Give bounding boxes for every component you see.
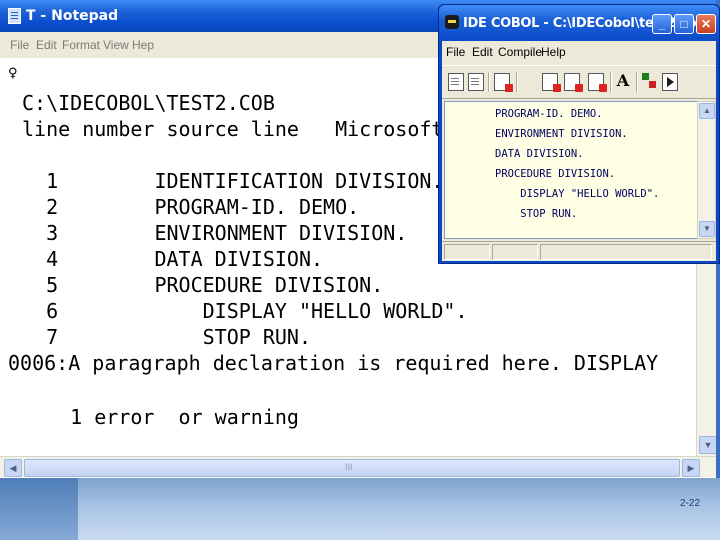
ide-status-bar [442,241,716,261]
ide-menu-help[interactable]: Help [541,45,566,59]
toolbar-separator [488,72,489,92]
minimize-button[interactable]: _ [652,14,672,34]
text-line-6: 3 ENVIRONMENT DIVISION. [22,221,408,245]
notepad-title: T - Notepad [26,8,119,24]
text-line-9: 6 DISPLAY "HELLO WORLD". [22,299,468,323]
ide-menu-file[interactable]: File [446,45,465,59]
text-line-7: 4 DATA DIVISION. [22,247,324,271]
ide-code-editor[interactable]: PROGRAM-ID. DEMO. ENVIRONMENT DIVISION. … [444,101,698,239]
text-line-11: 0006:A paragraph declaration is required… [8,351,659,375]
ide-menu-bar: File Edit Compile Help [442,41,716,63]
code-line-6: STOP RUN. [495,208,578,220]
cut-icon[interactable] [542,73,561,92]
text-line-13: 1 error or warning [22,405,299,429]
ide-client-area: File Edit Compile Help A PROGRAM-ID. DEM… [442,41,716,261]
scroll-left-arrow-icon[interactable]: ◀ [4,459,22,477]
toolbar-separator [516,72,517,92]
code-line-5: DISPLAY "HELLO WORLD". [495,188,660,200]
ide-cobol-window: IDE COBOL - C:\IDECobol\test2.cob _ □ ✕ … [438,4,720,264]
run-icon[interactable] [662,73,678,91]
toolbar-separator [610,72,611,92]
notepad-horizontal-scrollbar[interactable]: ◀ III ▶ [0,456,720,477]
horizontal-scroll-thumb[interactable]: III [24,459,680,477]
ide-scroll-up-arrow-icon[interactable]: ▲ [699,103,715,119]
code-line-3: DATA DIVISION. [495,148,584,160]
scroll-grip: III [345,462,353,472]
slide-footer-band: 2-22 [0,478,720,540]
ide-app-icon [445,15,459,29]
text-line-4: 1 IDENTIFICATION DIVISION. [22,169,444,193]
paste-icon[interactable] [588,73,607,92]
scroll-right-arrow-icon[interactable]: ▶ [682,459,700,477]
ide-menu-edit[interactable]: Edit [472,45,493,59]
compile-icon[interactable] [642,73,656,89]
ide-toolbar: A [442,65,716,99]
close-button[interactable]: ✕ [696,14,716,34]
ide-menu-compile[interactable]: Compile [498,45,542,59]
open-file-icon[interactable] [468,73,484,91]
text-line-2: line number source line Microsoft C [22,117,468,141]
toolbar-separator [636,72,637,92]
text-line-10: 7 STOP RUN. [22,325,311,349]
text-glyph: ♀ [8,63,18,82]
text-line-8: 5 PROCEDURE DIVISION. [22,273,384,297]
slide-page-number: 2-22 [679,498,700,509]
scroll-down-arrow-icon[interactable]: ▼ [699,436,717,454]
menu-view[interactable]: View [103,38,129,52]
code-line-1: PROGRAM-ID. DEMO. [495,108,603,120]
ide-vertical-scrollbar[interactable]: ▲ ▼ [697,101,716,239]
maximize-button[interactable]: □ [674,14,694,34]
menu-format[interactable]: Format [62,38,100,52]
text-line-5: 2 PROGRAM-ID. DEMO. [22,195,360,219]
new-file-icon[interactable] [448,73,464,91]
copy-icon[interactable] [564,73,583,92]
status-panel-position [444,244,490,260]
menu-file[interactable]: File [10,38,29,52]
status-panel-message [540,244,712,260]
save-icon[interactable] [494,73,513,92]
notepad-app-icon [8,8,21,24]
status-panel-mode [492,244,538,260]
code-line-2: ENVIRONMENT DIVISION. [495,128,628,140]
ide-scroll-down-arrow-icon[interactable]: ▼ [699,221,715,237]
code-line-4: PROCEDURE DIVISION. [495,168,616,180]
menu-help[interactable]: Hep [132,38,154,52]
font-icon[interactable]: A [616,73,630,89]
menu-edit[interactable]: Edit [36,38,57,52]
text-line-1: C:\IDECOBOL\TEST2.COB [22,91,275,115]
slide-footer-tab [0,478,78,540]
ide-title-bar[interactable]: IDE COBOL - C:\IDECobol\test2.cob _ □ ✕ [439,5,719,41]
